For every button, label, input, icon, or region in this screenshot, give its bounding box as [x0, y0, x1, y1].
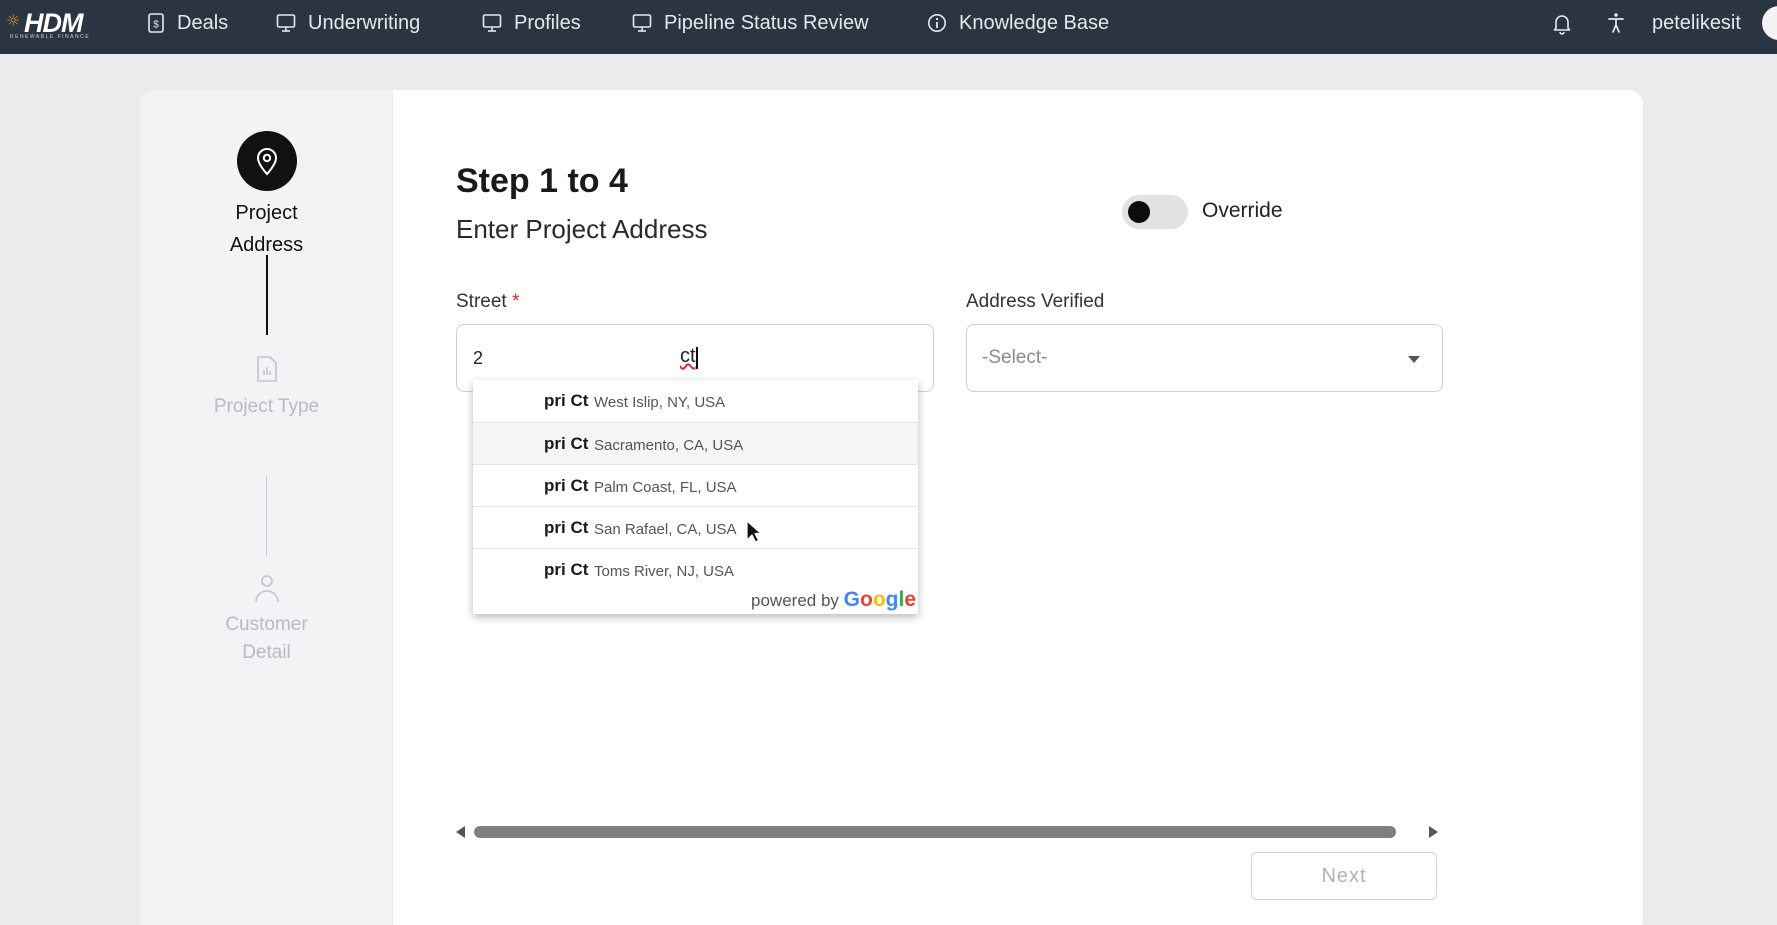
- nav-item-label: Pipeline Status Review: [664, 11, 869, 34]
- suggestion-main-text: pri Ct: [544, 476, 589, 495]
- monitor-icon: [276, 14, 296, 32]
- suggestion-main-text: pri Ct: [544, 560, 589, 579]
- autocomplete-suggestion[interactable]: pri Ct Toms River, NJ, USA: [473, 548, 918, 590]
- nav-item-knowledge-base[interactable]: Knowledge Base: [927, 0, 1109, 46]
- top-navigation-bar: ☼ HDM RENEWABLE FINANCE $ Deals Underwri…: [0, 0, 1777, 54]
- wizard-card: Project Address Project Type Customer De…: [140, 90, 1643, 925]
- text-caret: [696, 347, 698, 369]
- autocomplete-suggestion[interactable]: pri Ct West Islip, NY, USA: [473, 380, 918, 422]
- step-label-line: Project: [235, 202, 298, 224]
- mouse-pointer-icon: [746, 520, 762, 543]
- horizontal-scrollbar[interactable]: [456, 824, 1438, 840]
- nav-item-label: Deals: [177, 11, 229, 34]
- address-verified-label: Address Verified: [966, 291, 1105, 312]
- step-project-type-label[interactable]: Project Type: [140, 393, 393, 421]
- svg-text:$: $: [153, 20, 159, 31]
- scroll-right-arrow-icon[interactable]: [1429, 826, 1438, 838]
- street-input-typed-suffix: ct: [680, 345, 696, 367]
- nav-item-label: Underwriting: [308, 11, 421, 34]
- autocomplete-suggestion[interactable]: pri Ct Sacramento, CA, USA: [473, 422, 918, 464]
- suggestion-main-text: pri Ct: [544, 391, 589, 410]
- username[interactable]: petelikesit: [1652, 0, 1741, 46]
- suggestion-secondary-text: West Islip, NY, USA: [594, 394, 726, 411]
- step-label-line: Customer: [225, 614, 308, 635]
- suggestion-secondary-text: Toms River, NJ, USA: [594, 563, 735, 580]
- person-icon: [255, 575, 279, 603]
- google-wordmark: Google: [843, 588, 916, 611]
- bell-icon[interactable]: [1550, 11, 1574, 35]
- suggestion-secondary-text: Sacramento, CA, USA: [594, 437, 744, 454]
- address-verified-select[interactable]: -Select-: [966, 324, 1443, 392]
- select-placeholder: -Select-: [982, 347, 1048, 368]
- step-customer-detail-label[interactable]: Customer Detail: [140, 611, 393, 667]
- step-label-line: Detail: [242, 642, 291, 663]
- override-toggle[interactable]: [1122, 195, 1188, 229]
- monitor-icon: [482, 14, 502, 32]
- powered-by-text: powered by: [751, 591, 839, 610]
- nav-item-label: Knowledge Base: [959, 11, 1110, 34]
- page-title: Step 1 to 4: [456, 162, 628, 200]
- sun-logo-icon: ☼: [6, 11, 21, 30]
- nav-item-profiles[interactable]: Profiles: [482, 0, 581, 46]
- logo-subtext: RENEWABLE FINANCE: [10, 34, 91, 40]
- autocomplete-suggestion[interactable]: pri Ct Palm Coast, FL, USA: [473, 464, 918, 506]
- map-pin-icon: [256, 148, 278, 176]
- dollar-icon: $: [148, 13, 164, 33]
- nav-item-deals[interactable]: $ Deals: [147, 0, 228, 46]
- stepper-sidebar: Project Address Project Type Customer De…: [140, 90, 393, 925]
- nav-item-pipeline-status-review[interactable]: Pipeline Status Review: [632, 0, 869, 46]
- powered-by-google-logo: powered by Google: [751, 588, 916, 612]
- toggle-knob: [1128, 201, 1150, 223]
- document-chart-icon: [257, 356, 277, 382]
- suggestion-secondary-text: San Rafael, CA, USA: [594, 521, 737, 538]
- step-connector: [266, 476, 267, 556]
- street-label: Street *: [456, 291, 519, 313]
- nav-item-label: Profiles: [514, 11, 581, 34]
- monitor-icon: [632, 14, 652, 32]
- scrollbar-thumb[interactable]: [474, 826, 1396, 838]
- page-subtitle: Enter Project Address: [456, 214, 708, 244]
- info-icon: [928, 14, 946, 32]
- step-project-address-label[interactable]: Project Address: [140, 197, 393, 261]
- chevron-down-icon: [1408, 356, 1420, 363]
- suggestion-secondary-text: Palm Coast, FL, USA: [594, 479, 737, 496]
- override-label: Override: [1202, 199, 1283, 222]
- street-label-text: Street: [456, 291, 507, 312]
- autocomplete-suggestion[interactable]: pri Ct San Rafael, CA, USA: [473, 506, 918, 548]
- suggestion-main-text: pri Ct: [544, 518, 589, 537]
- accessibility-icon[interactable]: [1604, 11, 1628, 35]
- suggestion-main-text: pri Ct: [544, 434, 589, 453]
- avatar[interactable]: [1762, 6, 1777, 40]
- address-autocomplete-dropdown: pri Ct West Islip, NY, USA pri Ct Sacram…: [473, 380, 918, 614]
- required-asterisk: *: [511, 291, 520, 312]
- nav-item-underwriting[interactable]: Underwriting: [276, 0, 420, 46]
- scroll-left-arrow-icon[interactable]: [456, 826, 465, 838]
- step-connector: [266, 255, 268, 335]
- next-button[interactable]: Next: [1251, 852, 1437, 900]
- hdm-logo[interactable]: ☼ HDM RENEWABLE FINANCE: [4, 8, 110, 40]
- step-project-address-badge[interactable]: [237, 131, 297, 191]
